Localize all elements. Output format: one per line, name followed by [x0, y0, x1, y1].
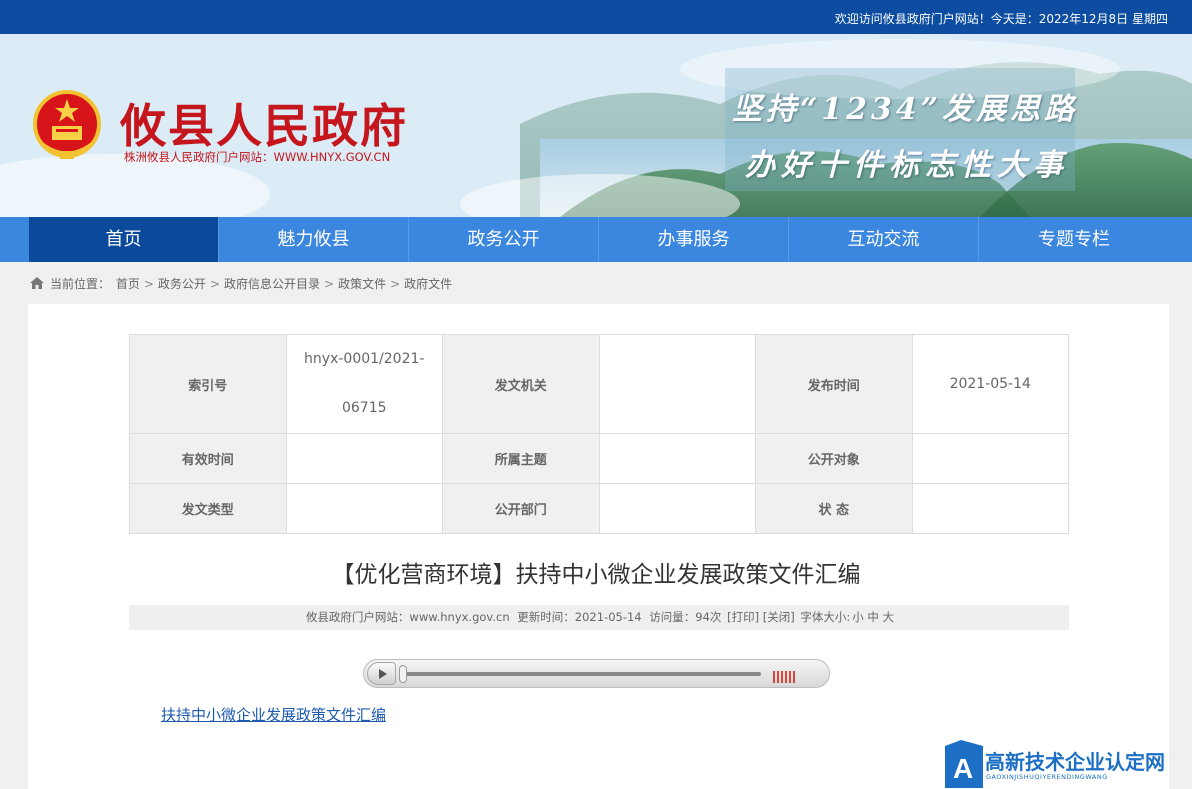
nav-item-charm[interactable]: 魅力攸县: [219, 217, 409, 262]
font-size-label: 字体大小:: [800, 610, 851, 624]
article-updated: 更新时间：2021-05-14: [517, 610, 642, 624]
breadcrumb-separator: >: [324, 277, 335, 291]
article-title: 【优化营商环境】扶持中小微企业发展政策文件汇编: [331, 562, 861, 588]
issuer-value: [598, 334, 756, 434]
dept-value: [598, 483, 756, 534]
attachment-link[interactable]: 扶持中小微企业发展政策文件汇编: [161, 704, 386, 725]
slogan-line-1: 坚持“1234”发展思路: [732, 92, 1079, 127]
audience-label: 公开对象: [755, 433, 913, 484]
article-views: 访问量：94次: [649, 610, 722, 624]
play-button[interactable]: [367, 662, 396, 685]
top-bar: 欢迎访问攸县政府门户网站！今天是：2022年12月8日 星期四: [0, 0, 1192, 34]
site-title: 攸县人民政府: [120, 99, 408, 153]
breadcrumb-separator: >: [209, 277, 220, 291]
font-large-link[interactable]: 大: [883, 610, 895, 624]
index-value: hnyx-0001/2021- 06715: [285, 334, 443, 434]
welcome-text: 欢迎访问攸县政府门户网站！今天是：2022年12月8日 星期四: [834, 12, 1168, 26]
font-medium-link[interactable]: 中: [867, 610, 879, 624]
breadcrumb: 当前位置： 首页 > 政务公开 > 政府信息公开目录 > 政策文件 > 政府文件: [30, 275, 452, 292]
breadcrumb-separator: >: [390, 277, 401, 291]
site-subtitle: 株洲攸县人民政府门户网站：WWW.HNYX.GOV.CN: [124, 150, 391, 164]
breadcrumb-gov-docs[interactable]: 政府文件: [404, 277, 452, 291]
seek-handle[interactable]: [399, 665, 407, 683]
font-small-link[interactable]: 小: [852, 610, 864, 624]
audio-player: [363, 659, 830, 688]
article-info-bar: 攸县政府门户网站：www.hnyx.gov.cn 更新时间：2021-05-14…: [129, 605, 1069, 630]
document-meta-table: 索引号 hnyx-0001/2021- 06715 发文机关 发布时间 2021-…: [129, 334, 1069, 534]
status-value: [911, 483, 1069, 534]
nav-item-home[interactable]: 首页: [29, 217, 219, 262]
publish-label: 发布时间: [755, 334, 913, 434]
nav-item-gov-affairs[interactable]: 政务公开: [409, 217, 599, 262]
seek-track[interactable]: [401, 672, 761, 676]
dept-label: 公开部门: [442, 483, 600, 534]
valid-label: 有效时间: [129, 433, 287, 484]
nav-item-services[interactable]: 办事服务: [599, 217, 789, 262]
breadcrumb-prefix: 当前位置：: [50, 277, 111, 291]
print-link[interactable]: [打印]: [727, 610, 759, 624]
topic-label: 所属主题: [442, 433, 600, 484]
index-label: 索引号: [129, 334, 287, 434]
close-link[interactable]: [关闭]: [763, 610, 795, 624]
breadcrumb-policy[interactable]: 政策文件: [338, 277, 386, 291]
watermark-name: 高新技术企业认定网: [985, 750, 1165, 774]
slogan-line-2: 办好十件标志性大事: [745, 148, 1069, 183]
breadcrumb-separator: >: [143, 277, 154, 291]
main-nav: 首页 魅力攸县 政务公开 办事服务 互动交流 专题专栏: [0, 217, 1192, 262]
breadcrumb-home[interactable]: 首页: [116, 277, 140, 291]
home-icon: [30, 277, 44, 289]
valid-value: [285, 433, 443, 484]
watermark-sub: GAOXINJISHUQIYERENDINGWANG: [986, 773, 1108, 781]
publish-value: 2021-05-14: [911, 334, 1069, 434]
topic-value: [598, 433, 756, 484]
volume-icon[interactable]: [773, 668, 799, 683]
nav-item-topics[interactable]: 专题专栏: [979, 217, 1169, 262]
watermark: A 高新技术企业认定网 GAOXINJISHUQIYERENDINGWANG: [945, 740, 1192, 789]
audience-value: [911, 433, 1069, 484]
issuer-label: 发文机关: [442, 334, 600, 434]
index-value-line2: 06715: [341, 400, 387, 416]
index-value-line1: hnyx-0001/2021-: [304, 351, 425, 367]
watermark-logo-icon: A: [945, 740, 983, 788]
article-source: 攸县政府门户网站：www.hnyx.gov.cn: [305, 610, 510, 624]
header-banner: 攸县人民政府 株洲攸县人民政府门户网站：WWW.HNYX.GOV.CN 坚持“1…: [0, 34, 1192, 217]
national-emblem-icon: [33, 90, 101, 159]
breadcrumb-catalog[interactable]: 政府信息公开目录: [224, 277, 320, 291]
doctype-value: [285, 483, 443, 534]
status-label: 状 态: [755, 483, 913, 534]
nav-item-interaction[interactable]: 互动交流: [789, 217, 979, 262]
svg-text:A: A: [953, 753, 973, 784]
breadcrumb-gov-affairs[interactable]: 政务公开: [158, 277, 206, 291]
doctype-label: 发文类型: [129, 483, 287, 534]
